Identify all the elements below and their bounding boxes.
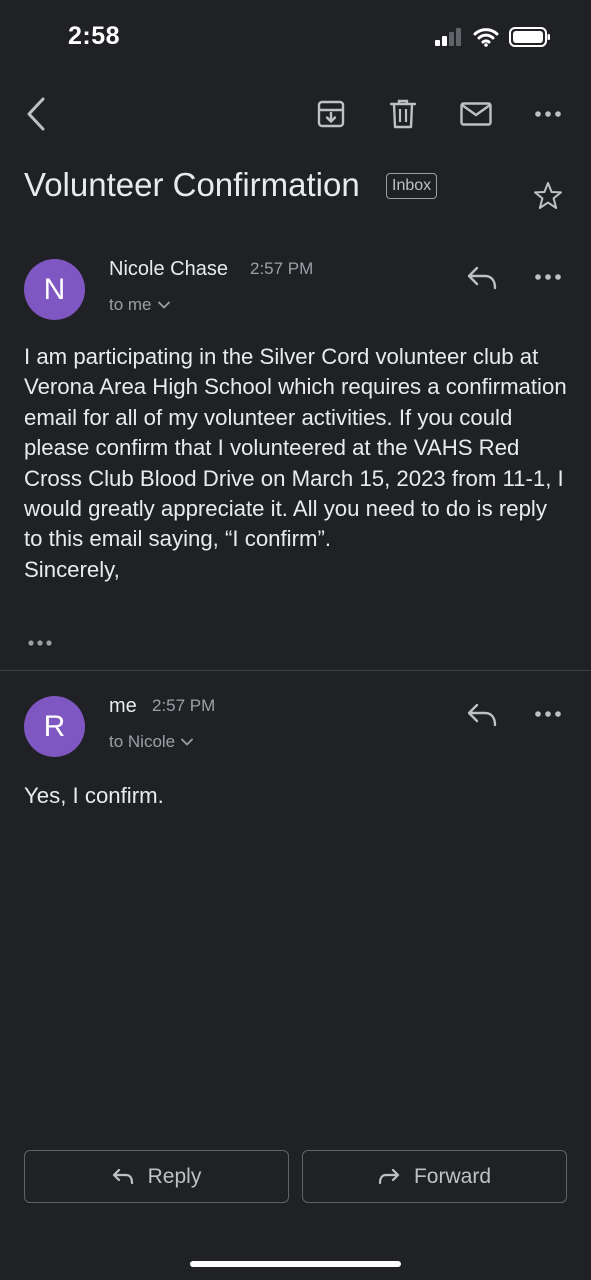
message-time: 2:57 PM bbox=[152, 696, 216, 715]
wifi-icon bbox=[473, 27, 499, 47]
message-more-button[interactable] bbox=[530, 267, 566, 287]
show-trimmed-content-button[interactable] bbox=[24, 634, 56, 652]
sender-name: Nicole Chase bbox=[109, 258, 228, 280]
more-horizontal-icon bbox=[535, 274, 561, 280]
message-time: 2:57 PM bbox=[250, 259, 314, 278]
reply-button[interactable] bbox=[464, 700, 500, 730]
forward-label: Forward bbox=[413, 1164, 492, 1188]
inbox-label-badge[interactable]: Inbox bbox=[386, 173, 438, 199]
avatar[interactable]: R bbox=[24, 696, 85, 757]
message-divider bbox=[0, 670, 591, 671]
delete-button[interactable] bbox=[385, 95, 421, 133]
chevron-left-icon bbox=[26, 97, 46, 131]
recipient-details-toggle[interactable]: to Nicole bbox=[109, 732, 194, 752]
message-body: Yes, I confirm. bbox=[24, 783, 164, 808]
home-indicator[interactable] bbox=[190, 1261, 401, 1267]
star-button[interactable] bbox=[530, 178, 566, 214]
status-icons bbox=[435, 27, 551, 47]
back-button[interactable] bbox=[18, 94, 54, 134]
trash-icon bbox=[390, 99, 416, 129]
chevron-down-icon bbox=[181, 738, 194, 746]
star-icon bbox=[533, 181, 563, 211]
more-horizontal-icon bbox=[535, 711, 561, 717]
email-subject: Volunteer Confirmation bbox=[24, 166, 360, 203]
reply-icon bbox=[467, 703, 497, 727]
recipient-text: to Nicole bbox=[109, 732, 176, 751]
status-time: 2:58 bbox=[68, 22, 121, 50]
sender-name: me bbox=[109, 695, 137, 717]
archive-button[interactable] bbox=[313, 95, 349, 133]
avatar[interactable]: N bbox=[24, 259, 85, 320]
message-body: I am participating in the Silver Cord vo… bbox=[24, 344, 567, 582]
more-options-button[interactable] bbox=[530, 104, 566, 124]
chevron-down-icon bbox=[157, 301, 170, 309]
forward-icon bbox=[378, 1168, 400, 1186]
recipient-text: to me bbox=[109, 295, 152, 314]
reply-label: Reply bbox=[147, 1164, 202, 1188]
reply-button-bottom[interactable]: Reply bbox=[24, 1150, 289, 1203]
reply-button[interactable] bbox=[464, 263, 500, 293]
archive-icon bbox=[317, 100, 345, 128]
cellular-signal-icon bbox=[435, 28, 463, 46]
reply-icon bbox=[112, 1168, 134, 1186]
more-horizontal-icon bbox=[28, 640, 52, 646]
mail-icon bbox=[460, 102, 492, 126]
battery-icon bbox=[509, 27, 551, 47]
mark-unread-button[interactable] bbox=[456, 97, 496, 131]
recipient-details-toggle[interactable]: to me bbox=[109, 295, 170, 315]
forward-button[interactable]: Forward bbox=[302, 1150, 567, 1203]
message-more-button[interactable] bbox=[530, 704, 566, 724]
reply-icon bbox=[467, 266, 497, 290]
more-horizontal-icon bbox=[535, 111, 561, 117]
